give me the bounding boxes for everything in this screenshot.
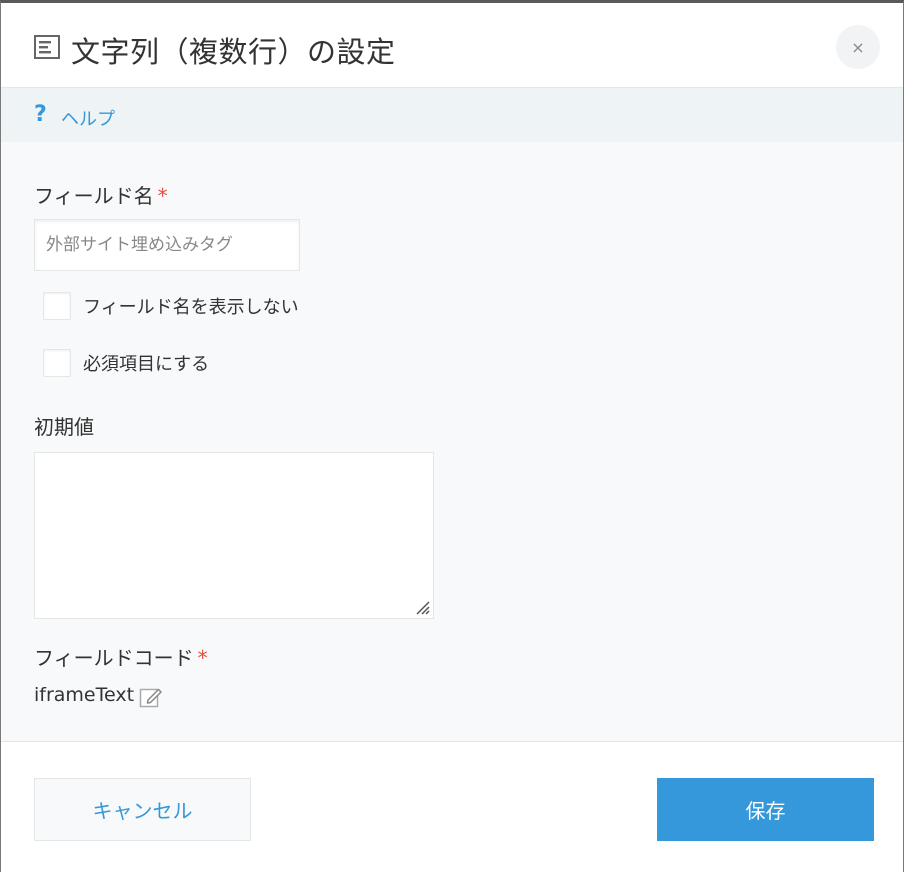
field-code-value: iframeText xyxy=(34,684,135,706)
cancel-button[interactable]: キャンセル xyxy=(34,778,251,841)
required-mark: * xyxy=(157,184,168,208)
close-button[interactable]: × xyxy=(836,25,880,69)
required-label: 必須項目にする xyxy=(83,354,210,375)
help-icon[interactable]: ? xyxy=(34,102,47,127)
required-mark: * xyxy=(197,646,208,670)
field-name-label: フィールド名 * xyxy=(34,180,168,209)
default-value-textarea[interactable] xyxy=(34,452,434,619)
field-code-label: フィールドコード * xyxy=(34,642,208,671)
help-bar: ? ヘルプ xyxy=(1,88,903,142)
hide-field-name-row: フィールド名を表示しない xyxy=(43,292,299,320)
field-settings-dialog: 文字列（複数行）の設定 × ? ヘルプ フィールド名* フィールド名を表示しない… xyxy=(0,0,904,872)
text-area-icon xyxy=(34,35,60,59)
dialog-body: フィールド名* フィールド名を表示しない 必須項目にする 初期値 フィールドコー… xyxy=(1,142,903,742)
default-value-label: 初期値 xyxy=(34,415,94,439)
save-button[interactable]: 保存 xyxy=(657,778,874,841)
hide-field-name-label: フィールド名を表示しない xyxy=(83,297,299,318)
close-icon: × xyxy=(851,37,865,57)
help-link[interactable]: ヘルプ xyxy=(61,105,115,131)
dialog-header: 文字列（複数行）の設定 × xyxy=(1,3,903,88)
field-name-label-text: フィールド名 xyxy=(34,184,154,208)
edit-icon[interactable] xyxy=(139,685,163,709)
hide-field-name-checkbox[interactable] xyxy=(43,292,71,320)
required-row: 必須項目にする xyxy=(43,349,209,377)
field-name-input[interactable] xyxy=(34,219,300,271)
required-checkbox[interactable] xyxy=(43,349,71,377)
dialog-footer: キャンセル 保存 xyxy=(1,743,903,872)
field-code-label-text: フィールドコード xyxy=(34,646,194,670)
resize-grip-icon[interactable] xyxy=(413,598,431,616)
dialog-title: 文字列（複数行）の設定 xyxy=(71,35,396,69)
